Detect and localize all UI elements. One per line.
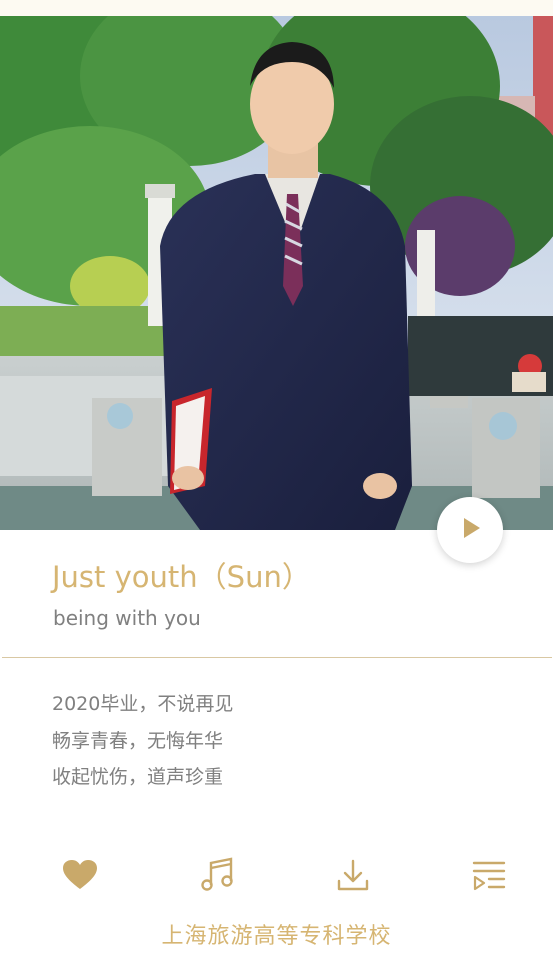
download-button[interactable] xyxy=(328,852,378,902)
cover-photo xyxy=(0,16,553,530)
music-note-icon xyxy=(198,856,236,898)
toolbar xyxy=(0,852,553,902)
like-button[interactable] xyxy=(55,852,105,902)
song-subtitle: being with you xyxy=(53,606,201,630)
download-icon xyxy=(335,857,371,897)
playlist-button[interactable] xyxy=(464,852,514,902)
lyrics-block: 2020毕业，不说再见 畅享青春，无悔年华 收起忧伤，道声珍重 xyxy=(52,686,233,796)
lyric-line: 畅享青春，无悔年华 xyxy=(52,729,224,752)
song-title: Just youth（Sun） xyxy=(52,560,311,594)
top-strip xyxy=(0,0,553,16)
lyric-line: 收起忧伤，道声珍重 xyxy=(52,766,224,788)
school-name: 上海旅游高等专科学校 xyxy=(161,924,392,949)
play-button[interactable] xyxy=(437,497,503,563)
playlist-icon xyxy=(471,857,507,897)
divider xyxy=(2,657,552,658)
lyric-line: 2020毕业，不说再见 xyxy=(52,693,234,715)
play-icon xyxy=(455,513,485,547)
heart-icon xyxy=(62,859,98,895)
music-button[interactable] xyxy=(192,852,242,902)
